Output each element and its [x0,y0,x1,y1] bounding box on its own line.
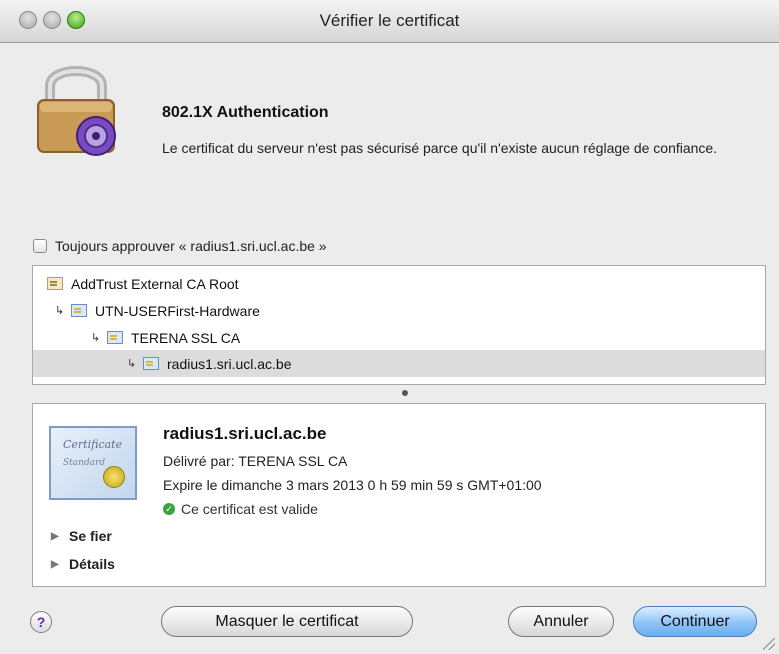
dialog-message: Le certificat du serveur n'est pas sécur… [162,140,718,156]
always-trust-checkbox[interactable] [33,239,47,253]
title-bar: Vérifier le certificat [0,0,779,43]
certificate-icon [71,304,87,317]
pane-splitter[interactable] [32,386,766,402]
seal-icon [103,466,125,488]
certificate-chain-tree: AddTrust External CA Root ↳ UTN-USERFirs… [32,265,766,385]
certificate-common-name: radius1.sri.ucl.ac.be [163,424,327,443]
chain-item-issuer[interactable]: ↳ TERENA SSL CA [33,324,765,351]
cancel-button[interactable]: Annuler [508,606,614,637]
certificate-image-icon: Certificate Standard [49,426,137,500]
trust-disclosure[interactable]: ▶ Se fier [51,528,112,544]
chain-item-root[interactable]: AddTrust External CA Root [33,270,765,297]
certificate-authority-icon [47,277,63,290]
certificate-expiry: Expire le dimanche 3 mars 2013 0 h 59 mi… [163,477,542,493]
child-arrow-icon: ↳ [91,332,101,344]
certificate-status: ✓ Ce certificat est valide [163,501,318,517]
always-trust-label[interactable]: Toujours approuver « radius1.sri.ucl.ac.… [55,238,327,254]
certificate-image-title: Certificate [63,438,123,451]
help-button[interactable]: ? [30,611,52,633]
trust-label[interactable]: Se fier [69,528,112,544]
chain-item-leaf[interactable]: ↳ radius1.sri.ucl.ac.be [33,350,765,377]
disclosure-triangle-icon[interactable]: ▶ [51,531,69,542]
certificate-status-text: Ce certificat est valide [181,501,318,517]
certificate-details-pane: Certificate Standard radius1.sri.ucl.ac.… [32,403,766,587]
details-label[interactable]: Détails [69,556,115,572]
chain-item-label: radius1.sri.ucl.ac.be [167,355,292,372]
certificate-image-subtitle: Standard [63,458,106,468]
chain-item-label: UTN-USERFirst-Hardware [95,302,260,319]
resize-grip-icon[interactable] [763,638,775,650]
lock-icon [30,58,122,158]
continue-button[interactable]: Continuer [633,606,757,637]
certificate-dialog: Vérifier le certificat 802.1X Authentica… [0,0,779,654]
chain-item-label: AddTrust External CA Root [71,275,239,292]
disclosure-triangle-icon[interactable]: ▶ [51,559,69,570]
splitter-handle-icon[interactable] [402,390,408,396]
check-circle-icon: ✓ [163,503,175,515]
chain-item-label: TERENA SSL CA [131,329,241,346]
child-arrow-icon: ↳ [55,305,65,317]
certificate-icon [143,357,159,370]
certificate-icon [107,331,123,344]
chain-item-intermediate[interactable]: ↳ UTN-USERFirst-Hardware [33,297,765,324]
hide-certificate-button[interactable]: Masquer le certificat [161,606,413,637]
child-arrow-icon: ↳ [127,358,137,370]
always-trust-option[interactable]: Toujours approuver « radius1.sri.ucl.ac.… [33,238,327,254]
dialog-heading: 802.1X Authentication [162,104,329,121]
certificate-issuer: Délivré par: TERENA SSL CA [163,453,348,469]
details-disclosure[interactable]: ▶ Détails [51,556,115,572]
window-title: Vérifier le certificat [319,11,460,30]
